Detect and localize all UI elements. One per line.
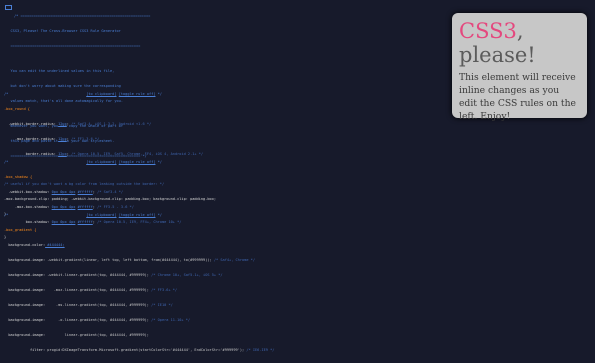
rule-toolbar: /* [to clipboard] [toggle rule off] */: [4, 160, 162, 164]
clipboard-link[interactable]: [to clipboard]: [86, 213, 116, 217]
declaration: background-image: linear-gradient(top, #…: [4, 333, 149, 337]
header-line: /* =====================================…: [14, 14, 151, 18]
clipboard-link[interactable]: [to clipboard]: [86, 92, 116, 96]
declaration: -webkit-box-shadow: 0px 0px 4px #ffffff;…: [4, 190, 124, 194]
declaration: background-image: -ms-linear-gradient(to…: [4, 303, 173, 307]
header-line: You can edit the underlined values in th…: [4, 69, 115, 73]
declaration: background-color: #444444;: [4, 243, 65, 247]
rule-box-gradient: /* [to clipboard] [toggle rule off] */ .…: [4, 203, 274, 363]
declaration: filter: progid:DXImageTransform.Microsof…: [4, 348, 275, 352]
selector: .box_shadow {: [4, 175, 33, 179]
header-line: CSS3, Please! The Cross-Browser CSS3 Rul…: [4, 29, 121, 33]
preview-title-accent: CSS3: [459, 19, 517, 43]
preview-box: CSS3, please! This element will receive …: [452, 13, 587, 122]
toggle-rule-link[interactable]: [toggle rule off]: [119, 160, 156, 164]
editable-value[interactable]: 12px: [58, 122, 67, 126]
declaration: background-image: -webkit-gradient(linea…: [4, 258, 255, 262]
declaration: background-image: -webkit-linear-gradien…: [4, 273, 223, 277]
declaration: background-image: -o-linear-gradient(top…: [4, 318, 191, 322]
preview-text: This element will receive inline changes…: [459, 72, 576, 122]
toggle-rule-link[interactable]: [toggle rule off]: [119, 213, 156, 217]
header-line: ========================================…: [4, 44, 141, 48]
editable-value[interactable]: #444444;: [45, 243, 64, 247]
preview-title: CSS3, please!: [459, 19, 580, 67]
declaration: -moz-border-radius: 12px; /* FF1-3.6 */: [4, 137, 100, 141]
declaration: background-image: -moz-linear-gradient(t…: [4, 288, 178, 292]
editable-value[interactable]: 12px: [58, 137, 67, 141]
editable-color[interactable]: #ffffff: [78, 190, 93, 194]
declaration: -webkit-border-radius: 12px; /* Saf3-4, …: [4, 122, 152, 126]
toggle-rule-link[interactable]: [toggle rule off]: [119, 92, 156, 96]
selector: .box_gradient {: [4, 228, 37, 232]
editable-value[interactable]: 0px 0px 4px: [52, 190, 76, 194]
clipboard-link[interactable]: [to clipboard]: [86, 160, 116, 164]
css-editor: /* =====================================…: [0, 0, 540, 352]
selector: .box_round {: [4, 107, 30, 111]
rule-toolbar: /* [to clipboard] [toggle rule off] */: [4, 92, 162, 96]
rule-toolbar: /* [to clipboard] [toggle rule off] */: [4, 213, 162, 217]
